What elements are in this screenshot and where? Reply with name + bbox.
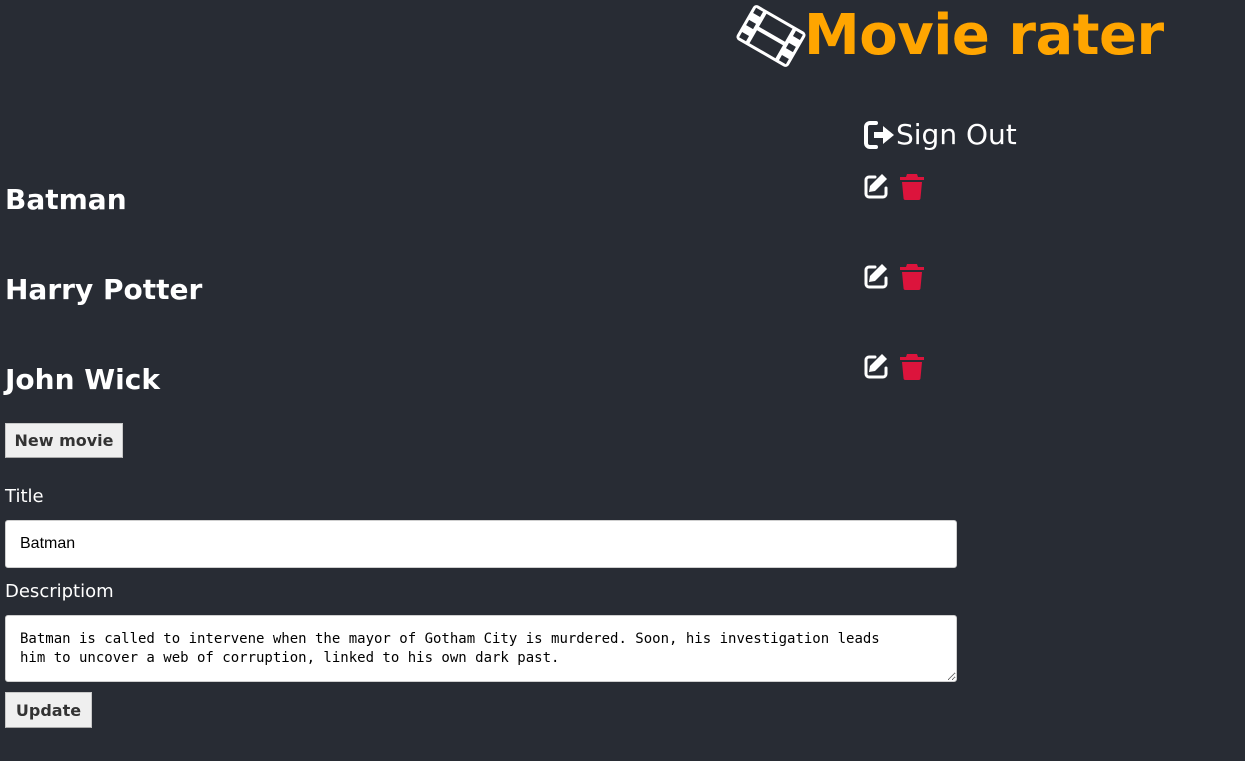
trash-icon[interactable] [899,172,925,200]
movie-title[interactable]: Batman [5,180,127,220]
movie-row-actions [863,172,925,200]
sign-out-link[interactable]: Sign Out [864,115,1017,155]
trash-icon[interactable] [899,262,925,290]
film-icon [736,5,806,67]
description-textarea[interactable]: Batman is called to intervene when the m… [5,615,957,682]
sign-out-label: Sign Out [896,118,1017,151]
edit-icon[interactable] [863,262,889,290]
sign-out-icon [864,121,894,149]
movie-title[interactable]: Harry Potter [5,270,202,310]
edit-icon[interactable] [863,172,889,200]
new-movie-button[interactable]: New movie [5,423,123,458]
movie-row-actions [863,262,925,290]
title-input[interactable] [5,520,957,568]
update-button[interactable]: Update [5,692,92,728]
edit-icon[interactable] [863,352,889,380]
title-label: Title [5,486,44,507]
trash-icon[interactable] [899,352,925,380]
movie-title[interactable]: John Wick [5,360,160,400]
app-title: Movie rater [804,3,1164,68]
app-page: Movie rater Sign Out Batman Harry Potter [0,0,1245,761]
description-label: Descriptiom [5,581,114,602]
movie-row-actions [863,352,925,380]
app-header: Movie rater [732,0,1164,72]
